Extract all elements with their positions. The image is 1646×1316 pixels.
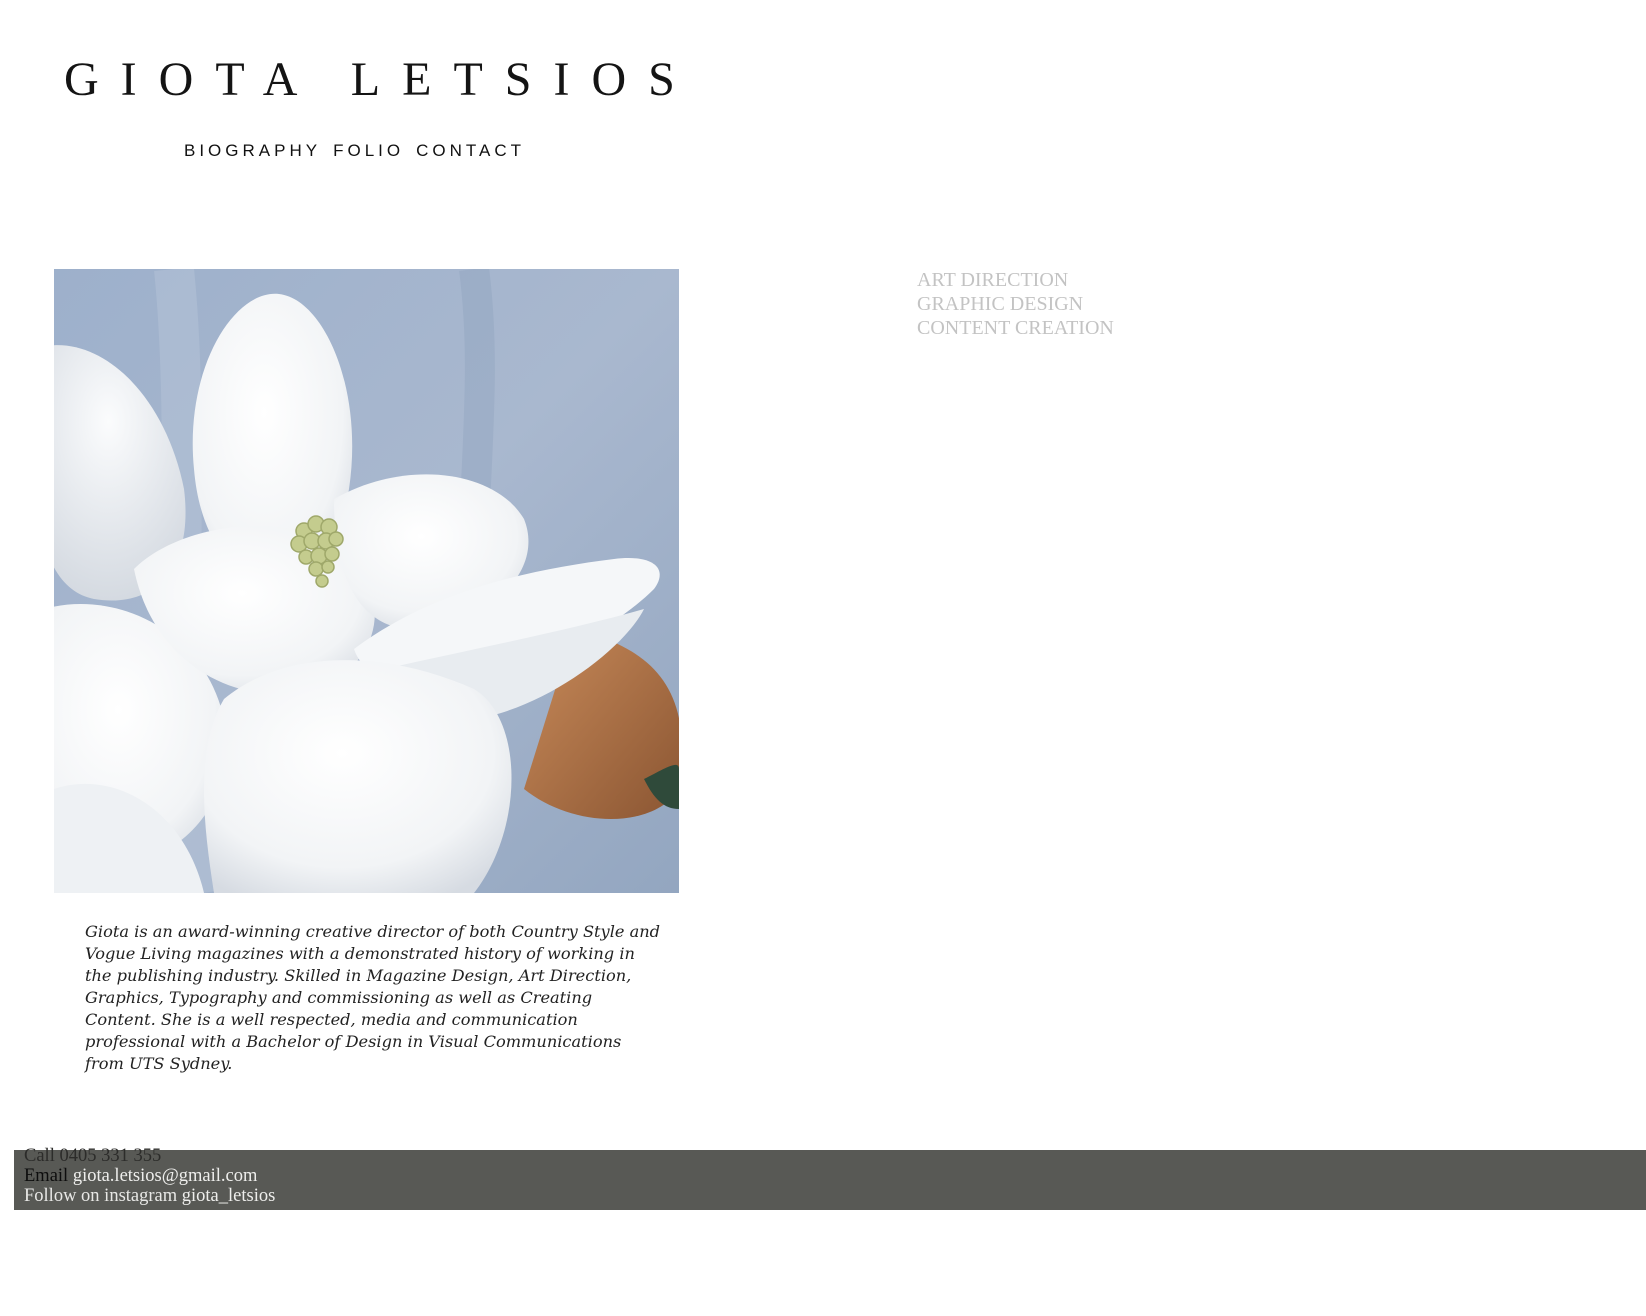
nav-biography[interactable]: BIOGRAPHY (184, 141, 321, 161)
nav-folio[interactable]: FOLIO (333, 141, 404, 161)
biography-text: Giota is an award-winning creative direc… (85, 922, 661, 1073)
call-label: Call (24, 1146, 55, 1166)
instagram-link[interactable]: giota_letsios (182, 1186, 276, 1206)
footer-call: Call 0405 331 355 (24, 1146, 161, 1166)
service-art-direction: ART DIRECTION (917, 269, 1069, 291)
service-content-creation: CONTENT CREATION (917, 317, 1114, 339)
instagram-label: Follow on instagram (24, 1186, 178, 1206)
email-label: Email (24, 1166, 69, 1186)
phone-link[interactable]: 0405 331 355 (59, 1146, 161, 1166)
hero-image-magnolia (54, 269, 679, 893)
footer-instagram: Follow on instagram giota_letsios (24, 1186, 275, 1206)
site-title[interactable]: GIOTA LETSIOS (64, 56, 697, 104)
service-graphic-design: GRAPHIC DESIGN (917, 293, 1084, 315)
contact-footer: Call 0405 331 355 Email giota.letsios@gm… (14, 1146, 1646, 1210)
email-link[interactable]: giota.letsios@gmail.com (73, 1166, 258, 1186)
nav-contact[interactable]: CONTACT (416, 141, 525, 161)
footer-email: Email giota.letsios@gmail.com (24, 1166, 257, 1186)
main-nav: BIOGRAPHY FOLIO CONTACT (184, 141, 525, 161)
services-list: ART DIRECTION GRAPHIC DESIGN CONTENT CRE… (917, 268, 1114, 340)
